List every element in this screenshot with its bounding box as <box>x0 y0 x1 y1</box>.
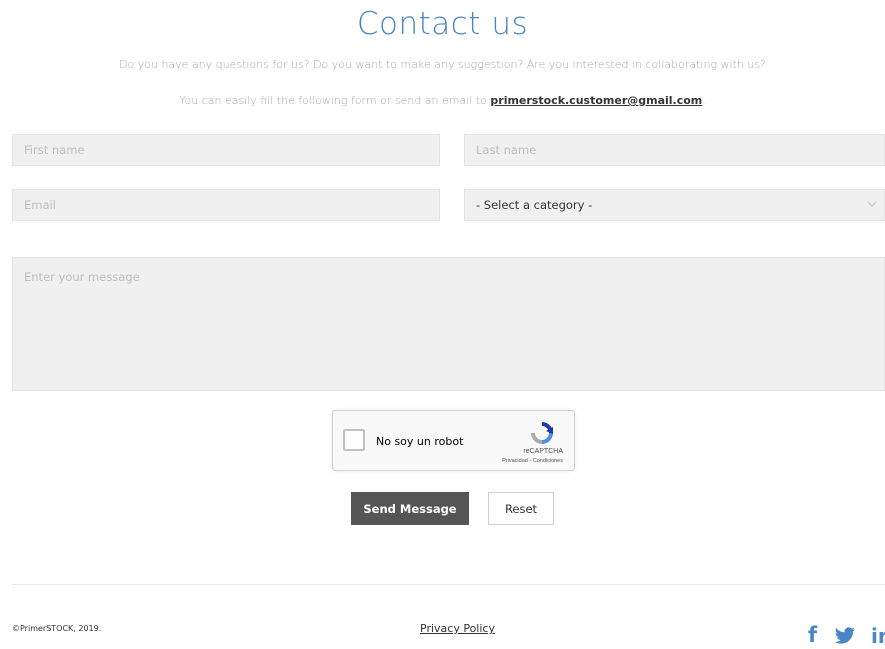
recaptcha-terms[interactable]: Privacidad - Condiciones <box>502 458 563 464</box>
recaptcha-widget: No soy un robot reCAPTCHA Privacidad - C… <box>332 410 575 471</box>
recaptcha-checkbox[interactable] <box>343 429 365 451</box>
facebook-icon[interactable]: f <box>808 623 817 647</box>
intro-email-line: You can easily fill the following form o… <box>0 94 885 107</box>
copyright-text: ©PrimerSTOCK, 2019. <box>12 624 102 633</box>
message-placeholder: Enter your message <box>24 270 140 284</box>
chevron-down-icon <box>866 198 878 213</box>
intro-email-prefix: You can easily fill the following form o… <box>179 94 491 107</box>
linkedin-icon[interactable]: in <box>871 624 885 648</box>
last-name-placeholder: Last name <box>476 143 537 157</box>
page-title: Contact us <box>356 6 529 42</box>
intro-email-suffix: . <box>702 94 706 107</box>
email-input[interactable]: Email <box>12 189 440 221</box>
email-link[interactable]: primerstock.customer@gmail.com <box>490 94 702 107</box>
twitter-icon[interactable] <box>834 627 856 649</box>
message-textarea[interactable]: Enter your message <box>12 257 885 391</box>
first-name-input[interactable]: First name <box>12 134 440 166</box>
privacy-policy-link[interactable]: Privacy Policy <box>420 622 495 635</box>
category-selected-value: - Select a category - <box>476 198 593 212</box>
recaptcha-brand: reCAPTCHA <box>523 448 563 455</box>
reset-button[interactable]: Reset <box>488 492 554 525</box>
send-message-button[interactable]: Send Message <box>351 492 469 525</box>
email-placeholder: Email <box>24 198 56 212</box>
footer-divider <box>12 584 885 585</box>
last-name-input[interactable]: Last name <box>464 134 885 166</box>
intro-text: Do you have any questions for us? Do you… <box>119 58 766 71</box>
first-name-placeholder: First name <box>24 143 85 157</box>
category-select[interactable]: - Select a category - <box>464 189 885 221</box>
recaptcha-label: No soy un robot <box>376 435 464 448</box>
